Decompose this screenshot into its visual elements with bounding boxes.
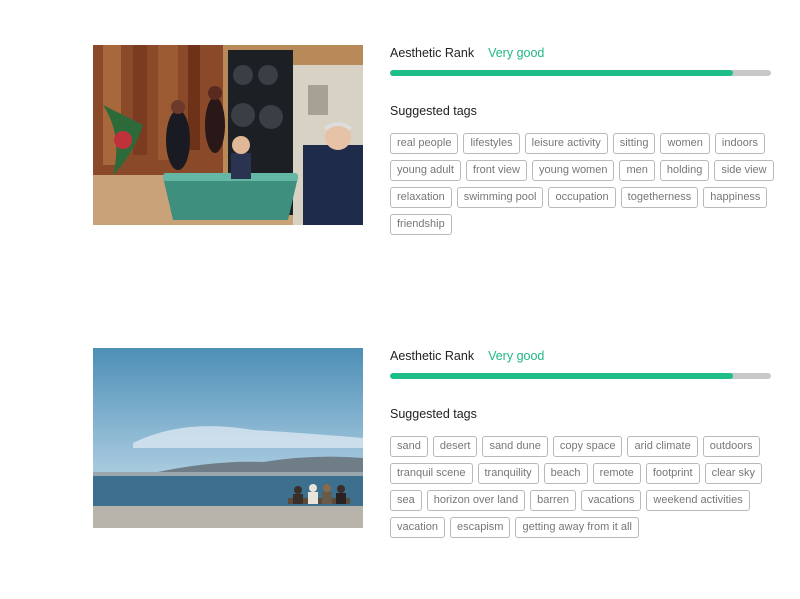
tag-chip[interactable]: men	[619, 160, 655, 181]
tag-chip[interactable]: escapism	[449, 517, 511, 538]
tag-chip[interactable]: vacation	[390, 517, 445, 538]
tag-chip[interactable]: clear sky	[704, 463, 762, 484]
suggested-tags-title: Suggested tags	[390, 407, 477, 421]
aesthetic-rank-bar	[390, 373, 771, 379]
tag-chip[interactable]: sitting	[612, 133, 656, 154]
tag-chip[interactable]: swimming pool	[456, 187, 544, 208]
aesthetic-rank-value: Very good	[488, 46, 545, 60]
tag-chip[interactable]: footprint	[645, 463, 700, 484]
tag-chip[interactable]: togetherness	[620, 187, 699, 208]
tag-chip[interactable]: beach	[543, 463, 588, 484]
tag-chip[interactable]: sand	[390, 436, 428, 457]
tag-chip[interactable]: young adult	[390, 160, 461, 181]
tag-chip[interactable]: weekend activities	[646, 490, 750, 511]
tag-chip[interactable]: happiness	[703, 187, 768, 208]
tag-chip[interactable]: copy space	[552, 436, 623, 457]
result-info: Aesthetic Rank Very good Suggested tags …	[390, 45, 790, 241]
aesthetic-rank-bar-fill	[390, 70, 733, 76]
tag-chip[interactable]: arid climate	[627, 436, 698, 457]
tag-chip[interactable]: sand dune	[482, 436, 548, 457]
tag-chip[interactable]: barren	[530, 490, 576, 511]
aesthetic-rank-label: Aesthetic Rank	[390, 349, 475, 363]
tag-chip[interactable]: sea	[390, 490, 422, 511]
tag-chip[interactable]: side view	[714, 160, 774, 181]
tag-chip[interactable]: relaxation	[390, 187, 452, 208]
result-photo-seafront	[93, 348, 363, 528]
tag-chip[interactable]: desert	[432, 436, 478, 457]
tag-chip[interactable]: friendship	[390, 214, 452, 235]
tag-chip[interactable]: indoors	[714, 133, 765, 154]
tag-chip[interactable]: vacations	[580, 490, 642, 511]
tag-chip[interactable]: outdoors	[702, 436, 760, 457]
tag-chip[interactable]: women	[660, 133, 710, 154]
tag-chip[interactable]: holding	[659, 160, 710, 181]
result-info: Aesthetic Rank Very good Suggested tags …	[390, 348, 790, 544]
suggested-tags-list: sand desert sand dune copy space arid climat…	[390, 436, 790, 544]
aesthetic-rank-value: Very good	[488, 349, 545, 363]
tag-chip[interactable]: real people	[390, 133, 459, 154]
suggested-tags-title: Suggested tags	[390, 104, 477, 118]
tag-chip[interactable]: young women	[531, 160, 615, 181]
aesthetic-rank: Aesthetic Rank Very good	[390, 45, 790, 61]
tag-chip[interactable]: leisure activity	[524, 133, 608, 154]
aesthetic-rank-bar-fill	[390, 373, 733, 379]
tag-chip[interactable]: front view	[465, 160, 527, 181]
tag-chip[interactable]: lifestyles	[463, 133, 520, 154]
tag-chip[interactable]: getting away from it all	[515, 517, 639, 538]
tag-chip[interactable]: remote	[592, 463, 641, 484]
aesthetic-rank-label: Aesthetic Rank	[390, 46, 475, 60]
suggested-tags-list: real people lifestyles leisure activity sit…	[390, 133, 790, 241]
aesthetic-rank: Aesthetic Rank Very good	[390, 348, 790, 364]
tag-chip[interactable]: horizon over land	[426, 490, 526, 511]
tag-chip[interactable]: tranquility	[477, 463, 539, 484]
results-page: Aesthetic Rank Very good Suggested tags …	[0, 0, 800, 599]
tag-chip[interactable]: tranquil scene	[390, 463, 473, 484]
tag-chip[interactable]: occupation	[548, 187, 616, 208]
result-photo-bathtub	[93, 45, 363, 225]
aesthetic-rank-bar	[390, 70, 771, 76]
